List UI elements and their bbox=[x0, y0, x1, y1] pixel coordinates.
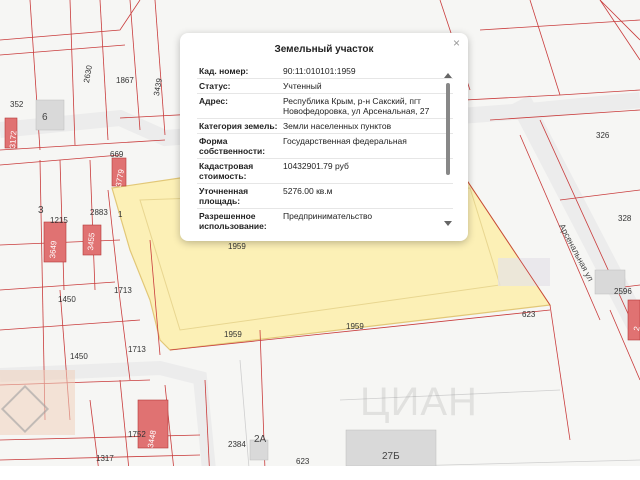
parcel-label: 669 bbox=[110, 150, 124, 159]
attr-label: Статус: bbox=[199, 81, 231, 91]
attr-label: Адрес: bbox=[199, 96, 228, 106]
attr-row: Уточненная площадь: 5276.00 кв.м bbox=[197, 184, 453, 209]
parcel-label: 27Б bbox=[382, 451, 400, 462]
popup-attributes: Кад. номер: 90:11:010101:1959 Статус: Учте… bbox=[197, 64, 453, 232]
scroll-up-icon[interactable] bbox=[444, 73, 452, 78]
attr-label: Кадастровая стоимость: bbox=[199, 161, 254, 181]
parcel-label: 623 bbox=[522, 310, 536, 319]
parcel-label: 2596 bbox=[614, 287, 632, 296]
parcel-label: 3172 bbox=[8, 130, 19, 149]
attr-value: Земли населенных пунктов bbox=[283, 121, 392, 131]
popup-title: Земельный участок bbox=[274, 44, 374, 55]
attr-row: Кад. номер: 90:11:010101:1959 bbox=[197, 64, 453, 79]
attr-row: Разрешенное использование: Предпринимател… bbox=[197, 209, 453, 232]
parcel-label: 1450 bbox=[58, 295, 76, 304]
parcel-label: 3 bbox=[38, 205, 44, 216]
parcel-label: 1317 bbox=[96, 454, 114, 463]
parcel-info-popup: Земельный участок × Кад. номер: 90:11:010… bbox=[180, 33, 468, 241]
attr-value: 90:11:010101:1959 bbox=[283, 66, 356, 76]
map-bottom-edge bbox=[0, 466, 640, 480]
parcel-label: 1959 bbox=[346, 322, 364, 331]
parcel-label: 3649 bbox=[48, 240, 59, 259]
attr-row: Форма собственности: Государственная феде… bbox=[197, 134, 453, 159]
attr-label: Категория земель: bbox=[199, 121, 278, 131]
logo-watermark-left bbox=[0, 370, 75, 435]
popup-scrollbar-thumb[interactable] bbox=[446, 83, 450, 175]
attr-row: Кадастровая стоимость: 10432901.79 руб bbox=[197, 159, 453, 184]
attr-value: 10432901.79 руб bbox=[283, 161, 349, 171]
parcel-label: 1959 bbox=[224, 330, 242, 339]
parcel-label: 1713 bbox=[128, 345, 146, 354]
attr-label: Уточненная площадь: bbox=[199, 186, 249, 206]
parcel-label: 1752 bbox=[128, 430, 146, 439]
attr-label: Форма собственности: bbox=[199, 136, 266, 156]
parcel-label: 1450 bbox=[70, 352, 88, 361]
attr-value: Республика Крым, р-н Сакский, пгт Новофе… bbox=[283, 96, 430, 116]
parcel-label: 3455 bbox=[86, 232, 97, 251]
attr-value: Предпринимательство bbox=[283, 211, 373, 221]
parcel-label: 1 bbox=[118, 210, 123, 219]
parcel-label: 352 bbox=[10, 100, 24, 109]
parcel-label: 326 bbox=[596, 131, 610, 140]
parcel-label: 328 bbox=[618, 214, 632, 223]
attr-value: 5276.00 кв.м bbox=[283, 186, 333, 196]
parcel-label: 2А bbox=[254, 434, 267, 445]
parcel-label: 1867 bbox=[116, 76, 134, 85]
parcel-label: 6 bbox=[42, 112, 48, 123]
attr-label: Разрешенное использование: bbox=[199, 211, 267, 231]
parcel-label: 1713 bbox=[114, 286, 132, 295]
parcel-label: 1215 bbox=[50, 216, 68, 225]
parcel-label: 2883 bbox=[90, 208, 108, 217]
parcel-label: 1959 bbox=[228, 242, 246, 251]
parcel-label: 2384 bbox=[228, 440, 246, 449]
attr-value: Учтенный bbox=[283, 81, 322, 91]
cadastral-map[interactable]: 352 6 2630 1867 3439 3172 669 3779 3 121… bbox=[0, 0, 640, 480]
attr-label: Кад. номер: bbox=[199, 66, 249, 76]
attr-row: Адрес: Республика Крым, р-н Сакский, пгт … bbox=[197, 94, 453, 119]
watermark: ЦИАН bbox=[360, 380, 478, 424]
parcel-label: 623 bbox=[296, 457, 310, 466]
close-icon[interactable]: × bbox=[453, 36, 460, 50]
scroll-down-icon[interactable] bbox=[444, 221, 452, 226]
attr-row: Категория земель: Земли населенных пункто… bbox=[197, 119, 453, 134]
attr-value: Государственная федеральная bbox=[283, 136, 407, 146]
attr-row: Статус: Учтенный bbox=[197, 79, 453, 94]
